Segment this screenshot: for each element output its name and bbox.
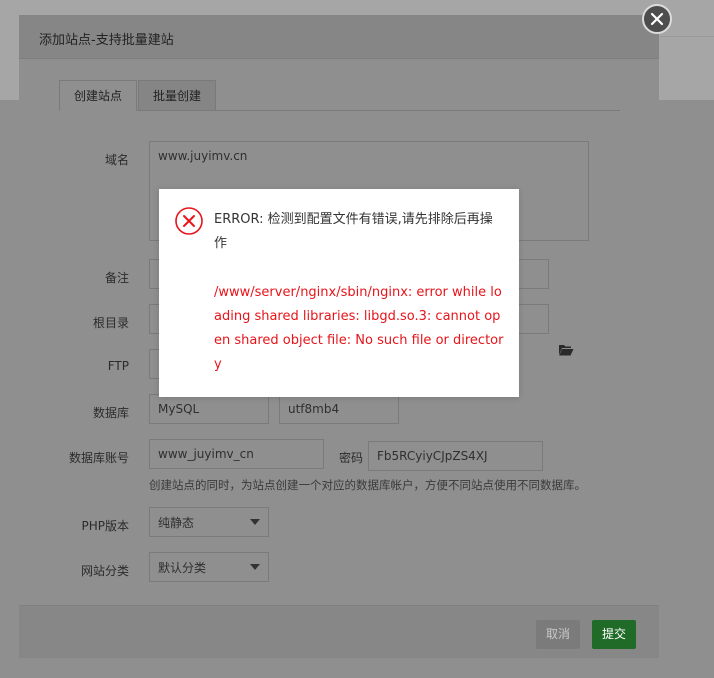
php-version-value: 纯静态	[158, 515, 195, 530]
database-label: 数据库	[92, 406, 129, 420]
tab-create-site[interactable]: 创建站点	[59, 80, 138, 111]
chevron-down-icon	[250, 564, 260, 570]
error-message: /www/server/nginx/sbin/nginx: error whil…	[214, 285, 504, 372]
site-category-label: 网站分类	[80, 564, 129, 578]
database-type-value: MySQL	[158, 402, 200, 416]
password-label: 密码	[338, 451, 363, 465]
close-icon	[650, 12, 664, 26]
php-version-select[interactable]: 纯静态	[149, 507, 269, 537]
close-button[interactable]	[642, 4, 672, 34]
tab-batch-create[interactable]: 批量创建	[138, 80, 217, 111]
background-divider	[660, 36, 714, 37]
db-hint-text: 创建站点的同时，为站点创建一个对应的数据库帐户，方便不同站点使用不同数据库。	[149, 478, 586, 492]
modal-header: 添加站点-支持批量建站	[19, 15, 659, 59]
submit-button[interactable]: 提交	[592, 620, 637, 649]
database-charset-value: utf8mb4	[288, 402, 340, 416]
db-account-label: 数据库账号	[68, 451, 129, 465]
folder-icon[interactable]	[558, 343, 574, 357]
modal-footer: 取消 提交	[19, 605, 659, 658]
remark-label: 备注	[104, 271, 129, 285]
error-icon	[175, 207, 203, 235]
cancel-button[interactable]: 取消	[536, 620, 581, 649]
php-version-label: PHP版本	[81, 519, 130, 533]
password-input[interactable]: Fb5RCyiyCJpZS4XJ	[368, 441, 543, 471]
chevron-down-icon	[250, 519, 260, 525]
site-category-select[interactable]: 默认分类	[149, 552, 269, 582]
database-type-select[interactable]: MySQL	[149, 394, 269, 424]
modal-title: 添加站点-支持批量建站	[39, 33, 174, 48]
error-dialog: ERROR: 检测到配置文件有错误,请先排除后再操作 /www/server/n…	[159, 189, 519, 397]
site-category-value: 默认分类	[158, 560, 207, 575]
root-dir-label: 根目录	[92, 316, 129, 330]
error-title: ERROR: 检测到配置文件有错误,请先排除后再操作	[214, 212, 493, 251]
ftp-label: FTP	[107, 359, 129, 373]
tab-bar: 创建站点 批量创建	[59, 80, 620, 111]
database-charset-select[interactable]: utf8mb4	[279, 394, 399, 424]
domain-label: 域名	[104, 153, 129, 167]
